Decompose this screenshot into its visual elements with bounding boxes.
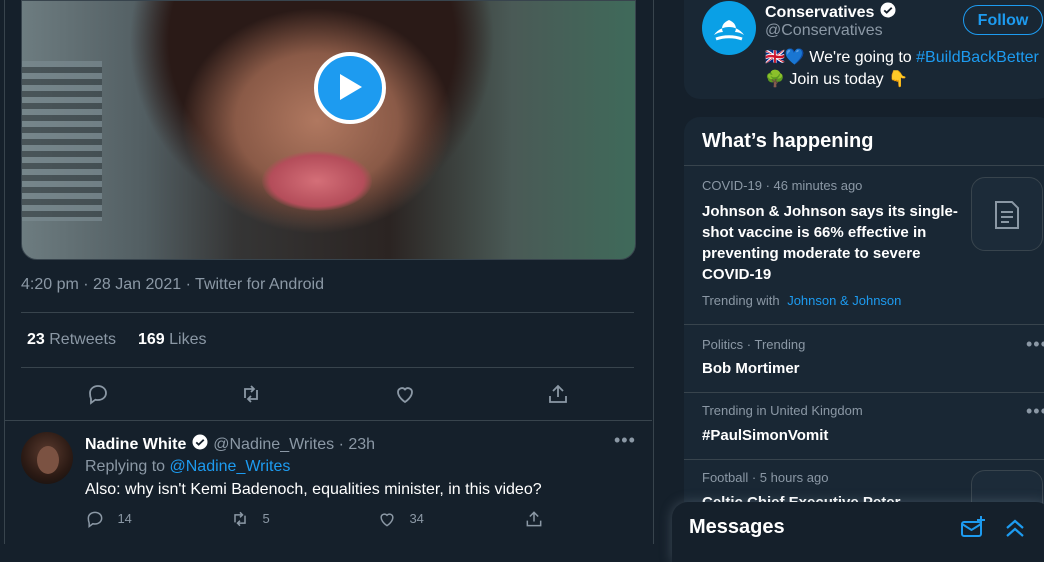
reply-share-button[interactable] bbox=[524, 509, 544, 529]
promoted-text: Join us today bbox=[789, 71, 884, 88]
trend-meta: COVID-19 · 46 minutes ago bbox=[702, 178, 863, 193]
meta-separator: · bbox=[185, 276, 196, 293]
reply-header: Nadine White @Nadine_Writes · 23h bbox=[85, 433, 375, 456]
meta-separator: · bbox=[338, 436, 349, 453]
video-background-blinds bbox=[22, 61, 102, 221]
divider bbox=[4, 420, 652, 421]
new-message-button[interactable] bbox=[960, 515, 986, 541]
promoted-text-line2: 🌳 Join us today 👇 bbox=[765, 69, 908, 89]
pointing-down-emoji: 👇 bbox=[888, 71, 909, 88]
replying-to-link[interactable]: @Nadine_Writes bbox=[170, 458, 291, 475]
double-chevron-up-icon bbox=[1006, 519, 1024, 537]
more-options-icon[interactable]: ••• bbox=[1026, 334, 1044, 355]
trend-meta: Politics · Trending bbox=[702, 337, 806, 352]
trend-meta: Trending in United Kingdom bbox=[702, 403, 863, 418]
trend-title: #PaulSimonVomit bbox=[702, 427, 829, 444]
share-button[interactable] bbox=[546, 382, 570, 406]
avatar-face bbox=[37, 446, 59, 474]
divider bbox=[21, 312, 634, 313]
reply-count: 14 bbox=[117, 511, 132, 527]
article-icon bbox=[995, 201, 1019, 229]
uk-heart-emoji: 🇬🇧💙 bbox=[765, 49, 805, 66]
heart-icon bbox=[397, 387, 413, 404]
trending-with-link[interactable]: Johnson & Johnson bbox=[787, 293, 901, 308]
new-message-icon bbox=[961, 516, 985, 537]
avatar[interactable] bbox=[21, 432, 73, 484]
promoted-author[interactable]: Conservatives bbox=[765, 1, 897, 24]
likes-count: 169 bbox=[138, 331, 165, 348]
retweet-count: 5 bbox=[262, 511, 270, 527]
promoted-text: We're going to bbox=[809, 49, 912, 66]
trend-title: Johnson & Johnson says its single-shot v… bbox=[702, 203, 958, 283]
follow-button[interactable]: Follow bbox=[963, 5, 1043, 35]
retweets-count: 23 bbox=[27, 331, 45, 348]
reply-reply-button[interactable]: 14 bbox=[85, 509, 132, 529]
tweet-meta: 4:20 pm · 28 Jan 2021 · Twitter for Andr… bbox=[21, 276, 324, 294]
reply-icon bbox=[87, 511, 103, 528]
retweets-label: Retweets bbox=[49, 331, 116, 348]
share-icon bbox=[526, 511, 542, 527]
retweet-icon bbox=[234, 511, 246, 527]
tree-logo-icon bbox=[714, 20, 744, 41]
conservatives-avatar[interactable] bbox=[702, 1, 756, 55]
more-options-icon[interactable]: ••• bbox=[1026, 401, 1044, 422]
likes-label: Likes bbox=[169, 331, 207, 348]
tree-emoji: 🌳 bbox=[765, 71, 785, 88]
replying-to-label: Replying to bbox=[85, 458, 166, 475]
retweet-icon bbox=[244, 385, 258, 403]
trend-meta: Football · 5 hours ago bbox=[702, 470, 829, 485]
whats-happening-title: What’s happening bbox=[702, 130, 874, 152]
expand-messages-button[interactable] bbox=[1002, 515, 1028, 541]
reply-author-handle[interactable]: @Nadine_Writes bbox=[213, 436, 334, 453]
messages-title[interactable]: Messages bbox=[689, 516, 785, 539]
verified-badge-icon bbox=[191, 433, 209, 456]
video-subject bbox=[262, 151, 372, 211]
hashtag-link[interactable]: #BuildBackBetter bbox=[916, 49, 1039, 66]
tweet-video[interactable] bbox=[21, 0, 636, 260]
reply-author-name[interactable]: Nadine White bbox=[85, 436, 186, 453]
tweet-source[interactable]: Twitter for Android bbox=[195, 276, 324, 293]
trend-title: Bob Mortimer bbox=[702, 360, 800, 377]
play-button[interactable] bbox=[314, 52, 386, 124]
more-options-icon[interactable]: ••• bbox=[614, 430, 636, 451]
replying-to: Replying to @Nadine_Writes bbox=[85, 458, 290, 476]
retweets-stat[interactable]: 23 Retweets bbox=[27, 331, 116, 349]
reply-button[interactable] bbox=[86, 382, 110, 406]
heart-icon bbox=[380, 513, 394, 527]
reply-text: Also: why isn't Kemi Badenoch, equalitie… bbox=[85, 481, 542, 498]
reply-retweet-button[interactable]: 5 bbox=[230, 509, 270, 529]
share-icon bbox=[549, 384, 567, 403]
divider bbox=[21, 367, 634, 368]
tweet-timestamp[interactable]: 4:20 pm · 28 Jan 2021 bbox=[21, 276, 181, 293]
play-icon bbox=[340, 74, 362, 100]
verified-badge-icon bbox=[879, 1, 897, 24]
trend-item[interactable] bbox=[684, 324, 1044, 393]
promoted-author-handle[interactable]: @Conservatives bbox=[765, 22, 883, 40]
like-button[interactable] bbox=[393, 382, 417, 406]
retweet-button[interactable] bbox=[239, 382, 263, 406]
reply-icon bbox=[89, 385, 107, 405]
like-count: 34 bbox=[409, 511, 424, 527]
trend-thumbnail[interactable] bbox=[971, 177, 1043, 251]
likes-stat[interactable]: 169 Likes bbox=[138, 331, 207, 349]
reply-time[interactable]: 23h bbox=[348, 436, 375, 453]
trending-with-label: Trending with bbox=[702, 293, 780, 308]
promoted-author-name: Conservatives bbox=[765, 4, 875, 21]
trending-with: Trending with Johnson & Johnson bbox=[702, 293, 901, 308]
reply-like-button[interactable]: 34 bbox=[377, 509, 424, 529]
promoted-text-line1: 🇬🇧💙 We're going to #BuildBackBetter bbox=[765, 47, 1039, 67]
